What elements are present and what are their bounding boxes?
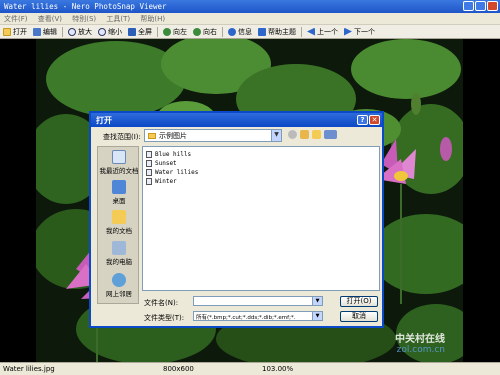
dialog-close-button[interactable]: ✕ xyxy=(369,115,380,125)
my-documents-icon xyxy=(112,210,126,224)
rotate-right-button[interactable]: 向右 xyxy=(190,25,220,38)
back-icon[interactable] xyxy=(288,130,297,139)
rotate-left-icon xyxy=(163,27,171,36)
toolbar-separator xyxy=(62,26,63,37)
fullscreen-button[interactable]: 全屏 xyxy=(125,25,155,38)
dialog-help-button[interactable]: ? xyxy=(357,115,368,125)
maximize-button[interactable] xyxy=(475,1,486,11)
places-bar: 我最近的文档 桌面 我的文档 我的电脑 网上邻居 xyxy=(97,146,139,304)
menu-tools[interactable]: 工具(T) xyxy=(102,13,134,24)
dialog-title: 打开 xyxy=(96,116,112,125)
open-button-dialog[interactable]: 打开(O) xyxy=(340,296,378,307)
arrow-left-icon xyxy=(307,27,315,36)
open-button[interactable]: 打开 xyxy=(0,25,30,38)
image-file-icon xyxy=(146,168,152,176)
cancel-button[interactable]: 取消 xyxy=(340,311,378,322)
zoom-out-icon xyxy=(98,27,106,36)
status-dimensions: 800x600 xyxy=(163,365,194,373)
image-file-icon xyxy=(146,177,152,185)
zoom-out-button[interactable]: 缩小 xyxy=(95,25,125,38)
look-in-dropdown[interactable]: 示例图片 ▼ xyxy=(144,129,282,142)
minimize-button[interactable] xyxy=(463,1,474,11)
info-button[interactable]: 信息 xyxy=(225,25,255,38)
dialog-title-bar[interactable]: 打开 ? ✕ xyxy=(91,113,382,127)
filename-field[interactable]: ▼ xyxy=(193,296,323,306)
menu-view[interactable]: 查看(V) xyxy=(34,13,66,24)
close-button[interactable] xyxy=(487,1,498,11)
arrow-right-icon xyxy=(344,27,352,36)
window-title: Water lilies - Nero PhotoSnap Viewer xyxy=(4,2,167,11)
list-item[interactable]: Winter xyxy=(146,177,177,185)
help-topics-button[interactable]: 帮助主题 xyxy=(255,25,299,38)
help-icon xyxy=(258,27,266,36)
folder-open-icon xyxy=(3,27,11,36)
toolbar-separator xyxy=(157,26,158,37)
chevron-down-icon[interactable]: ▼ xyxy=(312,297,322,305)
chevron-down-icon[interactable]: ▼ xyxy=(312,312,322,320)
rotate-right-icon xyxy=(193,27,201,36)
status-zoom: 103.00% xyxy=(262,365,294,373)
view-menu-icon[interactable] xyxy=(324,130,337,139)
menu-file[interactable]: 文件(F) xyxy=(0,13,32,24)
menu-special[interactable]: 特别(S) xyxy=(68,13,100,24)
next-button[interactable]: 下一个 xyxy=(341,25,378,38)
place-network[interactable]: 网上邻居 xyxy=(98,273,140,298)
window-title-bar[interactable]: Water lilies - Nero PhotoSnap Viewer xyxy=(0,0,500,13)
image-file-icon xyxy=(146,150,152,158)
edit-button[interactable]: 编辑 xyxy=(30,25,60,38)
filetype-label: 文件类型(T): xyxy=(144,314,185,322)
recent-documents-icon xyxy=(112,150,126,164)
place-my-documents[interactable]: 我的文档 xyxy=(98,210,140,235)
network-icon xyxy=(112,273,126,287)
place-desktop[interactable]: 桌面 xyxy=(98,180,140,205)
edit-icon xyxy=(33,27,41,36)
status-bar: Water lilies.jpg 800x600 103.00% xyxy=(0,362,500,375)
status-filename: Water lilies.jpg xyxy=(3,365,55,373)
watermark: 中关村在线 zol.com.cn xyxy=(395,334,445,355)
toolbar-separator xyxy=(222,26,223,37)
list-item[interactable]: Blue hills xyxy=(146,150,191,158)
list-item[interactable]: Water lilies xyxy=(146,168,198,176)
filename-label: 文件名(N): xyxy=(144,299,179,307)
list-item[interactable]: Sunset xyxy=(146,159,177,167)
chevron-down-icon[interactable]: ▼ xyxy=(271,130,281,141)
zoom-in-icon xyxy=(68,27,76,36)
place-recent-documents[interactable]: 我最近的文档 xyxy=(98,150,140,175)
previous-button[interactable]: 上一个 xyxy=(304,25,341,38)
open-file-dialog: 打开 ? ✕ 查找范围(I): 示例图片 ▼ 我最近的文档 桌面 我的文档 我的… xyxy=(89,111,384,328)
toolbar: 打开 编辑 放大 缩小 全屏 向左 向右 信息 帮助主题 上一个 下一个 xyxy=(0,25,500,39)
place-my-computer[interactable]: 我的电脑 xyxy=(98,241,140,266)
my-computer-icon xyxy=(112,241,126,255)
look-in-label: 查找范围(I): xyxy=(103,133,141,141)
folder-icon xyxy=(148,132,156,139)
file-list[interactable]: Blue hills Sunset Water lilies Winter xyxy=(142,146,380,291)
info-icon xyxy=(228,27,236,36)
toolbar-separator xyxy=(301,26,302,37)
up-folder-icon[interactable] xyxy=(300,130,309,139)
fullscreen-icon xyxy=(128,27,136,36)
menu-help[interactable]: 帮助(H) xyxy=(136,13,169,24)
new-folder-icon[interactable] xyxy=(312,130,321,139)
dialog-nav-icons xyxy=(288,130,337,139)
filetype-select[interactable]: 所有(*.bmp;*.cut;*.dds;*.dib;*.emf;*. ▼ xyxy=(193,311,323,321)
desktop-icon xyxy=(112,180,126,194)
menu-bar: 文件(F) 查看(V) 特别(S) 工具(T) 帮助(H) xyxy=(0,13,500,25)
rotate-left-button[interactable]: 向左 xyxy=(160,25,190,38)
image-file-icon xyxy=(146,159,152,167)
zoom-in-button[interactable]: 放大 xyxy=(65,25,95,38)
look-in-value: 示例图片 xyxy=(159,131,187,140)
